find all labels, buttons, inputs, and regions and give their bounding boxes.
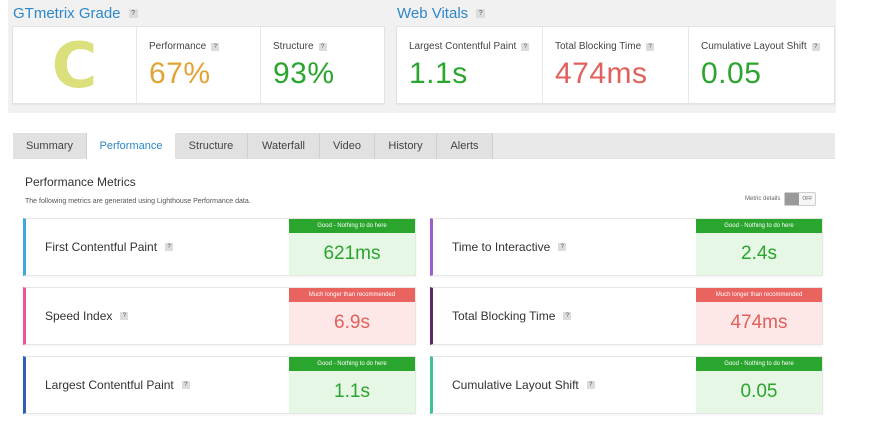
- metric-card-tti[interactable]: Time to Interactive? Good - Nothing to d…: [430, 218, 823, 276]
- metric-result: Much longer than recommended 6.9s: [289, 288, 415, 344]
- structure-value: 93%: [273, 57, 335, 90]
- toggle-state: OFF: [802, 196, 813, 202]
- help-icon[interactable]: ?: [646, 42, 655, 51]
- metric-value: 1.1s: [289, 371, 415, 413]
- metric-card-tbt[interactable]: Total Blocking Time? Much longer than re…: [430, 287, 823, 345]
- metric-result: Much longer than recommended 474ms: [696, 288, 822, 344]
- tab-waterfall[interactable]: Waterfall: [248, 133, 320, 159]
- structure-score: Structure? 93%: [273, 41, 335, 90]
- tab-performance[interactable]: Performance: [87, 133, 175, 159]
- metric-value: 621ms: [289, 233, 415, 275]
- metric-status: Good - Nothing to do here: [289, 357, 415, 371]
- tab-video[interactable]: Video: [320, 133, 375, 159]
- cls-vital: Cumulative Layout Shift? 0.05: [689, 27, 834, 103]
- performance-score: Performance? 67%: [137, 27, 261, 103]
- metric-status: Good - Nothing to do here: [696, 219, 822, 233]
- help-icon[interactable]: ?: [586, 381, 595, 389]
- tbt-value: 474ms: [555, 57, 648, 90]
- metric-card-fcp[interactable]: First Contentful Paint? Good - Nothing t…: [23, 218, 416, 276]
- lcp-vital: Largest Contentful Paint? 1.1s: [397, 27, 543, 103]
- metric-details-label: Metric details: [745, 196, 781, 202]
- metric-value: 6.9s: [289, 302, 415, 344]
- tab-history[interactable]: History: [375, 133, 437, 159]
- tab-structure[interactable]: Structure: [175, 133, 248, 159]
- tab-alerts[interactable]: Alerts: [437, 133, 493, 159]
- metric-result: Good - Nothing to do here 2.4s: [696, 219, 822, 275]
- grade-cell: C: [13, 27, 137, 103]
- metric-card-cls[interactable]: Cumulative Layout Shift? Good - Nothing …: [430, 356, 823, 414]
- help-icon[interactable]: ?: [165, 243, 174, 251]
- help-icon[interactable]: ?: [211, 42, 220, 51]
- page-subtitle: The following metrics are generated usin…: [25, 198, 251, 205]
- metric-status: Much longer than recommended: [696, 288, 822, 302]
- metric-details-toggle-group: Metric details OFF: [745, 192, 817, 206]
- metric-card-speed-index[interactable]: Speed Index? Much longer than recommende…: [23, 287, 416, 345]
- metric-result: Good - Nothing to do here 1.1s: [289, 357, 415, 413]
- gtmetrix-grade-heading: GTmetrix Grade ?: [13, 5, 138, 22]
- help-icon[interactable]: ?: [120, 312, 129, 320]
- metric-status: Good - Nothing to do here: [696, 357, 822, 371]
- grade-card: C Performance? 67% Structure? 93%: [12, 26, 385, 104]
- help-icon[interactable]: ?: [128, 9, 138, 18]
- performance-value: 67%: [149, 57, 211, 90]
- help-icon[interactable]: ?: [811, 42, 820, 51]
- metric-status: Much longer than recommended: [289, 288, 415, 302]
- performance-content: Performance Metrics The following metric…: [13, 159, 835, 415]
- metric-value: 0.05: [696, 371, 822, 413]
- metric-card-lcp[interactable]: Largest Contentful Paint? Good - Nothing…: [23, 356, 416, 414]
- help-icon[interactable]: ?: [476, 9, 486, 18]
- metric-details-toggle[interactable]: OFF: [784, 192, 817, 206]
- help-icon[interactable]: ?: [558, 243, 567, 251]
- report-tabs: Summary Performance Structure Waterfall …: [13, 133, 493, 159]
- metric-value: 474ms: [696, 302, 822, 344]
- web-vitals-heading: Web Vitals ?: [397, 5, 486, 22]
- lcp-value: 1.1s: [409, 57, 468, 90]
- metric-result: Good - Nothing to do here 621ms: [289, 219, 415, 275]
- web-vitals-card: Largest Contentful Paint? 1.1s Total Blo…: [396, 26, 835, 104]
- help-icon[interactable]: ?: [181, 381, 190, 389]
- help-icon[interactable]: ?: [521, 42, 530, 51]
- help-icon[interactable]: ?: [563, 312, 572, 320]
- toggle-knob: [785, 193, 800, 205]
- metric-result: Good - Nothing to do here 0.05: [696, 357, 822, 413]
- metric-status: Good - Nothing to do here: [289, 219, 415, 233]
- tbt-vital: Total Blocking Time? 474ms: [543, 27, 689, 103]
- cls-value: 0.05: [701, 57, 762, 90]
- help-icon[interactable]: ?: [318, 42, 327, 51]
- grade-letter: C: [51, 28, 98, 102]
- metric-value: 2.4s: [696, 233, 822, 275]
- page-title: Performance Metrics: [25, 175, 136, 189]
- tab-summary[interactable]: Summary: [13, 133, 87, 159]
